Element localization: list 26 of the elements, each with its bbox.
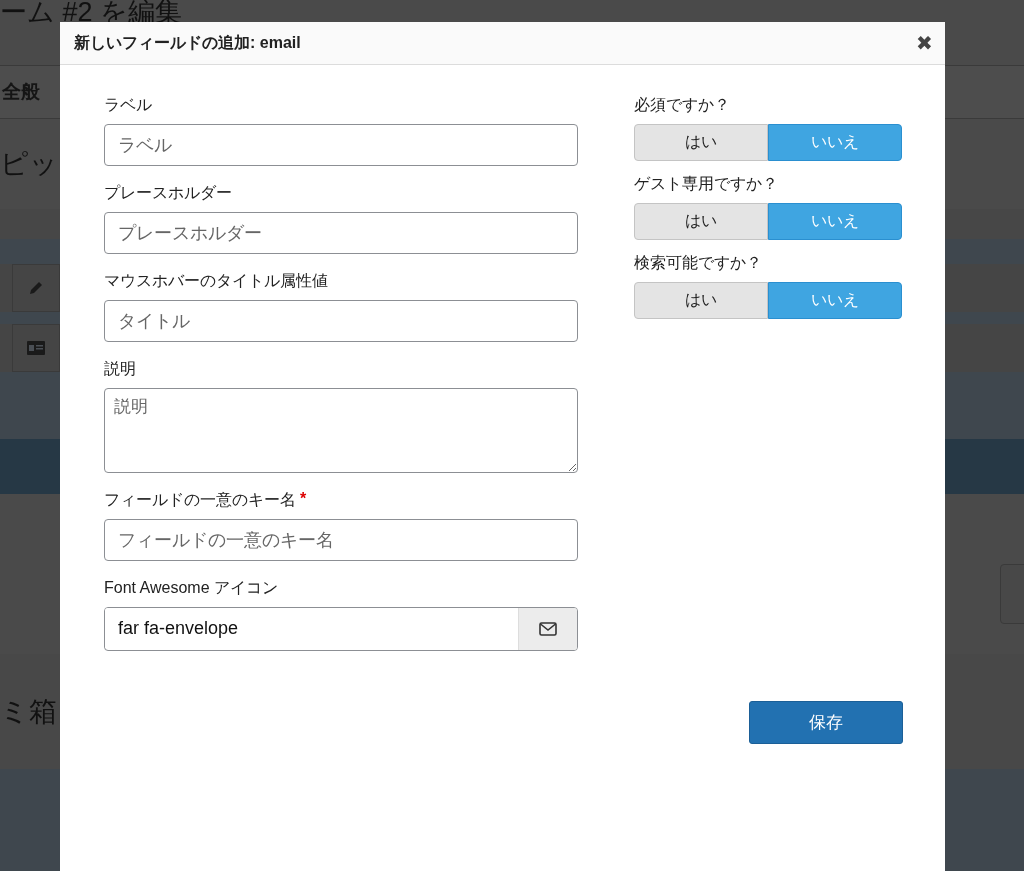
toggle-option[interactable]: はい <box>634 124 768 161</box>
field-label: 説明 <box>104 359 136 379</box>
toggle-option[interactable]: はい <box>634 282 768 319</box>
dialog-title: 新しいフィールドの追加: email <box>74 32 301 53</box>
toggle-label: ゲスト専用ですか？ <box>634 174 779 194</box>
text-field[interactable]: タイトル <box>104 300 578 342</box>
section-heading: ピッ <box>0 147 58 181</box>
text-area[interactable]: 説明 <box>104 388 578 473</box>
icon-field[interactable]: far fa-envelope <box>104 607 578 651</box>
toggle-label: 検索可能ですか？ <box>634 253 763 273</box>
field-label: Font Awesome アイコン <box>104 578 278 598</box>
required-mark: * <box>300 490 307 509</box>
save-button[interactable]: 保存 <box>749 701 903 744</box>
pencil-icon[interactable] <box>12 264 60 312</box>
field-label: ラベル <box>104 95 152 115</box>
close-button[interactable]: ✖ <box>914 31 935 55</box>
toggle-label: 必須ですか？ <box>634 95 731 115</box>
text-field[interactable]: ラベル <box>104 124 578 166</box>
text-field[interactable]: フィールドの一意のキー名 <box>104 519 578 561</box>
field-label: プレースホルダー <box>104 183 232 203</box>
id-card-icon[interactable] <box>12 324 60 372</box>
field-label: フィールドの一意のキー名 <box>104 490 296 510</box>
text-field[interactable]: プレースホルダー <box>104 212 578 254</box>
toggle-option[interactable]: はい <box>634 203 768 240</box>
envelope-icon[interactable] <box>518 608 577 650</box>
field-label: マウスホバーのタイトル属性値 <box>104 271 328 291</box>
